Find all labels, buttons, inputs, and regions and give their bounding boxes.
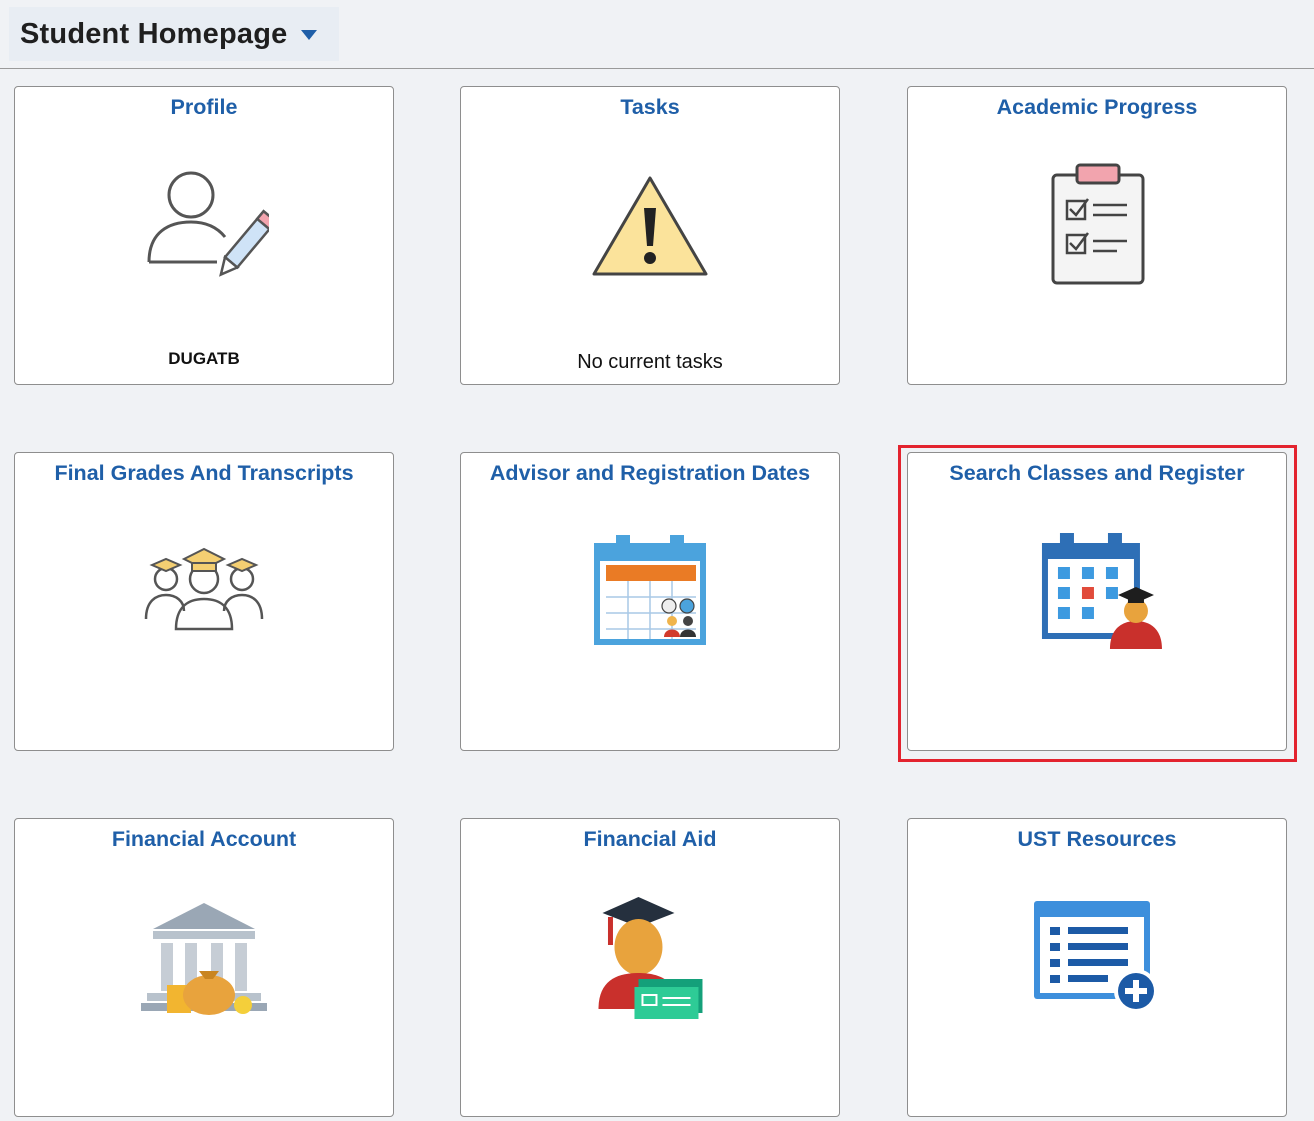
- tile-title: Profile: [170, 95, 238, 119]
- tasks-status: No current tasks: [577, 351, 723, 373]
- list-add-icon: [1034, 901, 1158, 1013]
- tile-title: Final Grades And Transcripts: [54, 461, 354, 485]
- homepage-selector[interactable]: Student Homepage: [9, 7, 339, 61]
- calendar-advisor-icon: [594, 535, 706, 645]
- tile-academic-progress[interactable]: Academic Progress: [907, 86, 1287, 385]
- bank-money-icon: [141, 903, 267, 1015]
- graduates-group-icon: [144, 547, 264, 631]
- warning-icon: [592, 176, 708, 276]
- tile-advisor-registration-dates[interactable]: Advisor and Registration Dates: [460, 452, 840, 751]
- tile-profile[interactable]: Profile DUGATB: [14, 86, 394, 385]
- caret-down-icon[interactable]: [301, 30, 318, 40]
- graduate-cash-icon: [598, 897, 703, 1019]
- profile-user-id: DUGATB: [168, 349, 240, 368]
- page-header: Student Homepage: [0, 0, 1314, 69]
- tile-title: Advisor and Registration Dates: [489, 461, 811, 485]
- tile-title: Search Classes and Register: [949, 461, 1245, 485]
- tile-final-grades[interactable]: Final Grades And Transcripts: [14, 452, 394, 751]
- tile-search-classes-register[interactable]: Search Classes and Register: [907, 452, 1287, 751]
- calendar-student-icon: [1041, 533, 1162, 649]
- tile-title: Academic Progress: [996, 95, 1198, 119]
- profile-edit-icon: [147, 171, 269, 277]
- page-title: Student Homepage: [20, 17, 288, 50]
- tile-title: Financial Account: [111, 827, 297, 851]
- tile-ust-resources[interactable]: UST Resources: [907, 818, 1287, 1117]
- tile-title: UST Resources: [1017, 827, 1177, 851]
- tile-tasks[interactable]: Tasks No current tasks: [460, 86, 840, 385]
- tile-title: Tasks: [620, 95, 680, 119]
- tile-financial-aid[interactable]: Financial Aid: [460, 818, 840, 1117]
- tile-title: Financial Aid: [583, 827, 717, 851]
- tile-financial-account[interactable]: Financial Account: [14, 818, 394, 1117]
- clipboard-checklist-icon: [1051, 163, 1145, 285]
